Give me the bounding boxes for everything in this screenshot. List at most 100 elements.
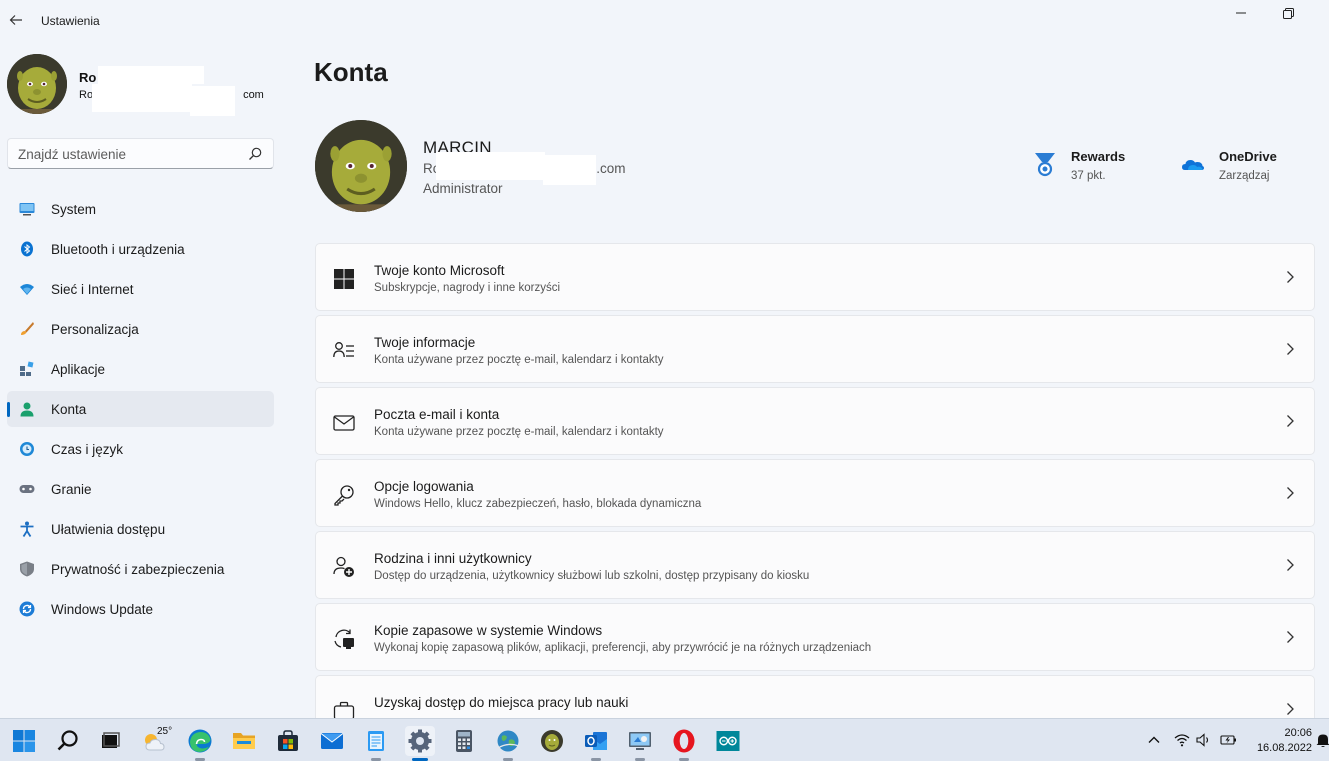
person-icon: [19, 401, 35, 417]
sidebar-item-label: Aplikacje: [51, 361, 106, 377]
sidebar-item-label: Konta: [51, 401, 87, 417]
settings-cards: Twoje konto Microsoft Subskrypcje, nagro…: [315, 243, 1315, 718]
sidebar-item-apps[interactable]: Aplikacje: [7, 351, 274, 387]
sidebar-avatar[interactable]: [7, 54, 67, 114]
chevron-right-icon: [1287, 415, 1294, 427]
chevron-right-icon: [1287, 271, 1294, 283]
taskbar-clock[interactable]: 20:06 16.08.2022: [1250, 726, 1312, 756]
task-view-icon: [102, 732, 120, 748]
page-title: Konta: [314, 57, 388, 87]
taskbar-remote-desktop[interactable]: [625, 726, 655, 761]
sidebar-item-label: Czas i język: [51, 441, 124, 457]
search-icon: [57, 730, 78, 751]
folder-icon: [233, 733, 255, 749]
card-email-accounts[interactable]: Poczta e-mail i konta Konta używane prze…: [315, 387, 1315, 455]
medal-icon: [1035, 153, 1055, 177]
tray-volume[interactable]: [1195, 731, 1213, 749]
sidebar-item-system[interactable]: System: [7, 191, 274, 227]
taskbar-task-view-button[interactable]: [95, 726, 125, 756]
taskbar-start-button[interactable]: [9, 726, 39, 756]
taskbar-shrek-app[interactable]: [537, 726, 567, 756]
sidebar-item-label: Ułatwienia dostępu: [51, 521, 166, 537]
taskbar-mail[interactable]: [317, 726, 347, 756]
card-windows-backup[interactable]: Kopie zapasowe w systemie Windows Wykona…: [315, 603, 1315, 671]
card-subtitle: Dostęp do urządzenia, użytkownicy służbo…: [374, 570, 810, 582]
sidebar-item-time-language[interactable]: Czas i język: [7, 431, 274, 467]
windows-logo-icon: [334, 269, 354, 289]
backup-icon: [334, 629, 354, 649]
search-icon[interactable]: [247, 146, 263, 162]
windows-start-icon: [13, 730, 35, 752]
taskbar-opera[interactable]: [669, 726, 699, 761]
sidebar-item-accessibility[interactable]: Ułatwienia dostępu: [7, 511, 274, 547]
card-work-school-access[interactable]: Uzyskaj dostęp do miejsca pracy lub nauk…: [315, 675, 1315, 718]
chevron-right-icon: [1287, 559, 1294, 571]
rewards-title: Rewards: [1071, 149, 1126, 164]
taskbar-outlook[interactable]: [581, 726, 611, 761]
remote-desktop-icon: [629, 732, 651, 750]
sidebar-item-label: Prywatność i zabezpieczenia: [51, 561, 225, 577]
redaction-box: [190, 86, 235, 116]
settings-search[interactable]: [7, 138, 274, 169]
restore-button[interactable]: [1265, 4, 1311, 22]
outlook-icon: [585, 732, 607, 750]
profile-role: Administrator: [423, 181, 503, 196]
profile-avatar[interactable]: [315, 120, 407, 212]
taskbar-calculator[interactable]: [449, 726, 479, 756]
search-input[interactable]: [18, 145, 238, 163]
weather-temperature: 25°: [157, 726, 173, 737]
minimize-button[interactable]: [1218, 4, 1264, 22]
sidebar-item-gaming[interactable]: Granie: [7, 471, 274, 507]
sidebar-item-label: Sieć i Internet: [51, 281, 134, 297]
mail-app-icon: [320, 733, 344, 749]
ogre-app-icon: [541, 730, 563, 752]
taskbar-edge[interactable]: [185, 726, 215, 761]
title-bar: Ustawienia: [0, 0, 1329, 42]
settings-window: Ustawienia Ro Ro com Znajdź ustawienie S…: [0, 0, 1329, 718]
sidebar-item-accounts[interactable]: Konta: [7, 391, 274, 427]
profile-email-suffix: .com: [596, 161, 626, 176]
back-button[interactable]: [6, 10, 26, 30]
briefcase-icon: [333, 701, 355, 718]
sidebar-item-windows-update[interactable]: Windows Update: [7, 591, 274, 627]
person-add-icon: [333, 556, 354, 577]
taskbar-store[interactable]: [273, 726, 303, 756]
chevron-right-icon: [1287, 631, 1294, 643]
notification-bell-icon: [1316, 734, 1329, 747]
tray-overflow-button[interactable]: [1145, 731, 1163, 749]
bluetooth-icon: [19, 241, 35, 257]
sidebar-item-network[interactable]: Sieć i Internet: [7, 271, 274, 307]
card-sign-in-options[interactable]: Opcje logowania Windows Hello, klucz zab…: [315, 459, 1315, 527]
tray-battery[interactable]: [1220, 731, 1238, 749]
sidebar-item-personalization[interactable]: Personalizacja: [7, 311, 274, 347]
brush-icon: [19, 321, 35, 337]
chevron-right-icon: [1287, 703, 1294, 715]
edge-browser-icon: [188, 729, 212, 753]
card-subtitle: Konta używane przez pocztę e-mail, kalen…: [374, 354, 664, 366]
taskbar-globe-app[interactable]: [493, 726, 523, 761]
sidebar-item-bluetooth[interactable]: Bluetooth i urządzenia: [7, 231, 274, 267]
sidebar-user-name: Ro: [79, 70, 97, 85]
clock-time: 20:06: [1284, 727, 1312, 739]
sidebar-item-privacy-security[interactable]: Prywatność i zabezpieczenia: [7, 551, 274, 587]
taskbar-notepad[interactable]: [361, 726, 391, 761]
ogre-avatar-icon: [315, 120, 407, 212]
tray-notifications[interactable]: [1314, 731, 1329, 749]
taskbar-settings[interactable]: [405, 726, 435, 761]
redaction-box: [92, 84, 192, 112]
onedrive-manage: Zarządzaj: [1219, 170, 1270, 182]
person-info-icon: [333, 342, 354, 358]
card-your-info[interactable]: Twoje informacje Konta używane przez poc…: [315, 315, 1315, 383]
card-family-users[interactable]: Rodzina i inni użytkownicy Dostęp do urz…: [315, 531, 1315, 599]
card-title: Rodzina i inni użytkownicy: [374, 551, 532, 566]
mail-icon: [333, 415, 355, 431]
tray-network[interactable]: [1173, 731, 1191, 749]
taskbar-arduino[interactable]: [713, 726, 743, 756]
taskbar-file-explorer[interactable]: [229, 726, 259, 756]
card-microsoft-account[interactable]: Twoje konto Microsoft Subskrypcje, nagro…: [315, 243, 1315, 311]
globe-app-icon: [497, 730, 520, 752]
taskbar-search-button[interactable]: [53, 726, 83, 756]
clock-date: 16.08.2022: [1256, 742, 1312, 754]
store-bag-icon: [278, 730, 298, 751]
opera-browser-icon: [673, 729, 695, 753]
